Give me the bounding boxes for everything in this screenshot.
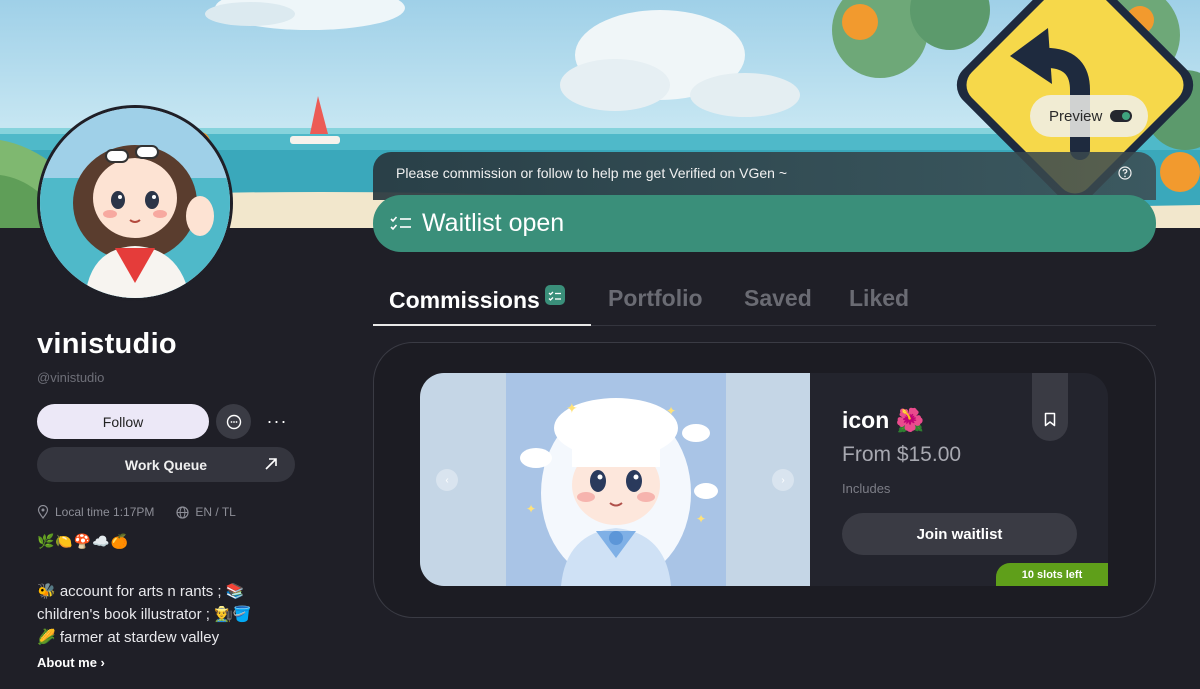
external-arrow-icon — [265, 458, 277, 470]
preview-toggle[interactable]: Preview — [1030, 95, 1148, 137]
bio-line: children's book illustrator ; 👨‍🌾🪣 — [37, 606, 252, 623]
toggle-switch-icon — [1110, 110, 1133, 122]
tab-liked[interactable]: Liked — [849, 285, 909, 312]
help-icon[interactable] — [1118, 166, 1132, 180]
waitlist-status-banner: Waitlist open — [373, 195, 1156, 252]
checklist-icon — [390, 215, 411, 230]
about-me-link[interactable]: About me › — [37, 655, 105, 670]
profile-handle: @vinistudio — [37, 370, 105, 385]
work-queue-button[interactable]: Work Queue — [37, 447, 295, 482]
chat-bubble-icon — [226, 414, 241, 429]
svg-text:✦: ✦ — [526, 502, 536, 516]
message-button[interactable] — [216, 404, 251, 439]
avatar-illustration — [40, 108, 230, 298]
bio-line: 🌽 farmer at stardew valley — [37, 629, 220, 646]
bio-line: 🐝 account for arts n rants ; 📚 — [37, 583, 245, 600]
active-tab-indicator — [373, 324, 591, 326]
bookmark-icon — [1044, 412, 1056, 427]
svg-text:✦: ✦ — [696, 512, 706, 526]
svg-text:✦: ✦ — [666, 404, 676, 418]
profile-username: vinistudio — [37, 328, 177, 360]
local-time: Local time 1:17PM — [55, 505, 155, 519]
commission-image-carousel: ✦ ✦ ✦ ✦ ‹ › — [420, 373, 810, 586]
profile-tabs: Commissions Portfolio Saved Liked — [373, 280, 1156, 326]
avatar — [37, 105, 233, 301]
commission-includes: Includes — [842, 481, 891, 496]
more-icon: ··· — [266, 411, 288, 431]
slots-left-badge: 10 slots left — [996, 563, 1108, 586]
tab-portfolio[interactable]: Portfolio — [608, 285, 703, 312]
tab-saved[interactable]: Saved — [744, 285, 812, 312]
work-queue-label: Work Queue — [124, 456, 208, 473]
notice-text: Please commission or follow to help me g… — [396, 165, 788, 181]
carousel-next-button[interactable]: › — [772, 469, 794, 491]
commission-artwork: ✦ ✦ ✦ ✦ — [506, 373, 726, 586]
svg-text:✦: ✦ — [566, 400, 578, 416]
location-pin-icon — [37, 505, 49, 519]
more-options-button[interactable]: ··· — [262, 404, 292, 439]
preview-label: Preview — [1049, 107, 1103, 125]
tab-label: Commissions — [389, 287, 540, 313]
profile-bio: 🐝 account for arts n rants ; 📚 children'… — [37, 580, 277, 649]
commission-title: icon 🌺 — [842, 407, 925, 433]
carousel-prev-button[interactable]: ‹ — [436, 469, 458, 491]
commission-price: From $15.00 — [842, 443, 962, 466]
emoji-line: 🌿🍋🍄☁️🍊 — [37, 533, 130, 549]
checklist-badge-icon — [544, 285, 565, 305]
follow-button[interactable]: Follow — [37, 404, 209, 439]
profile-meta: Local time 1:17PM EN / TL — [37, 505, 236, 519]
waitlist-label: Waitlist open — [422, 209, 565, 237]
globe-icon — [176, 505, 189, 519]
bookmark-button[interactable] — [1032, 373, 1068, 441]
verify-notice: Please commission or follow to help me g… — [373, 152, 1156, 200]
tab-commissions[interactable]: Commissions — [389, 285, 565, 314]
join-waitlist-button[interactable]: Join waitlist — [842, 513, 1077, 555]
languages: EN / TL — [195, 505, 236, 519]
